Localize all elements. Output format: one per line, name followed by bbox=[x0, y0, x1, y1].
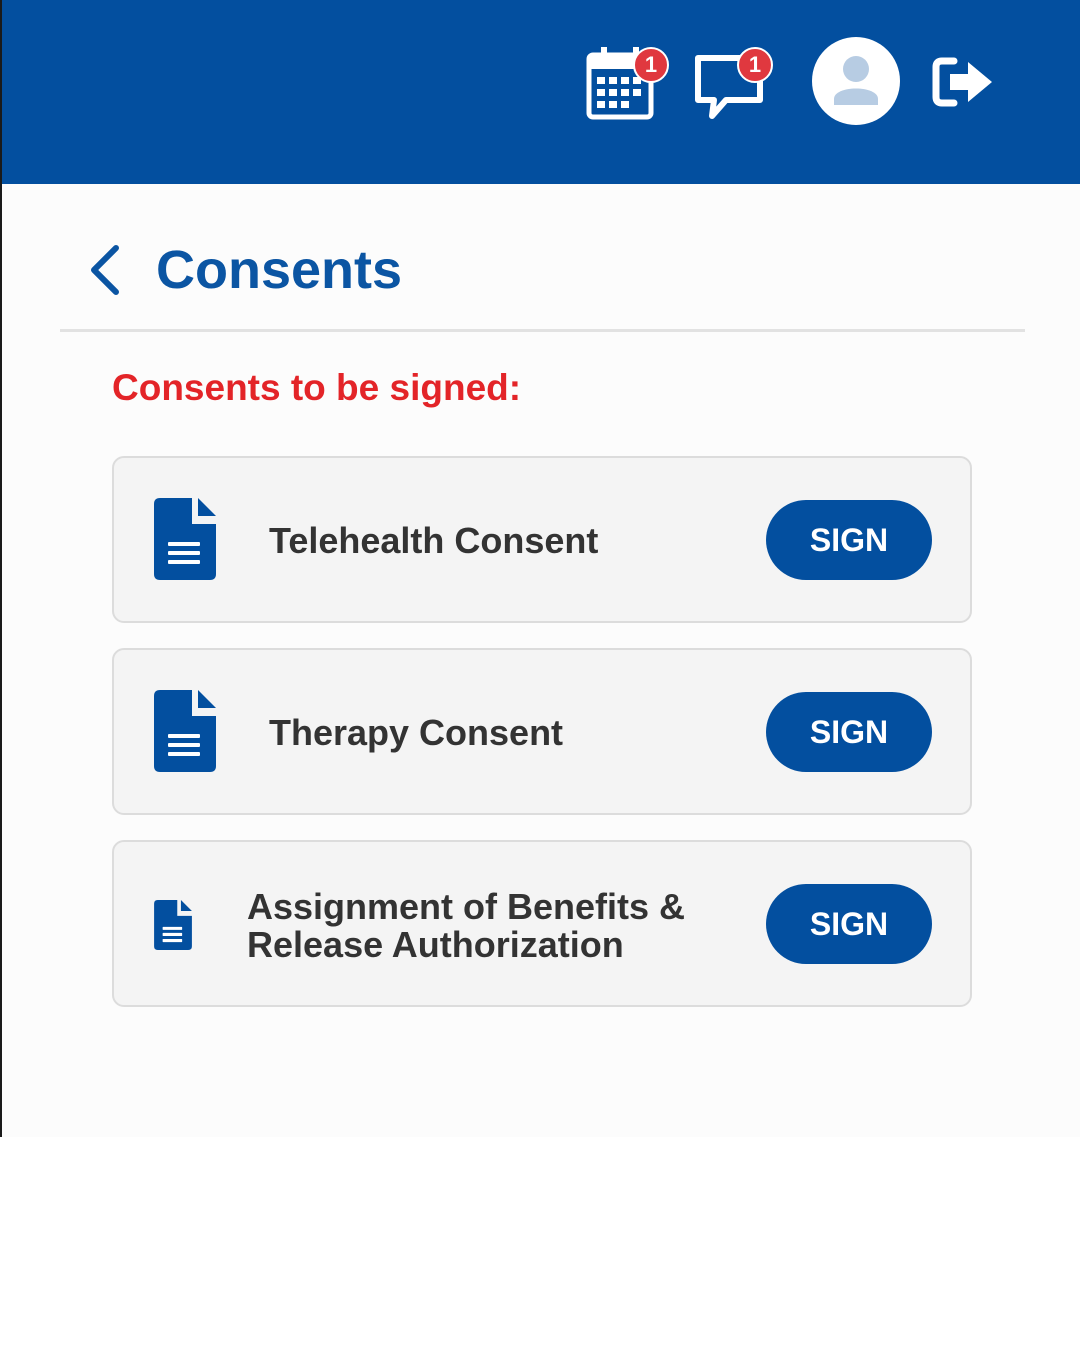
consent-label: Telehealth Consent bbox=[269, 520, 599, 561]
consent-card-telehealth: Telehealth Consent SIGN bbox=[112, 456, 972, 623]
consent-label-line-2: Release Authorization bbox=[247, 924, 624, 965]
sign-button-therapy[interactable]: SIGN bbox=[766, 692, 932, 772]
document-icon bbox=[154, 690, 216, 772]
logout-button[interactable] bbox=[932, 55, 996, 109]
user-avatar-icon bbox=[834, 56, 878, 105]
consent-label: Assignment of Benefits & Release Authori… bbox=[247, 888, 685, 964]
top-navigation-bar: 1 1 bbox=[2, 0, 1080, 184]
consent-label: Therapy Consent bbox=[269, 712, 564, 753]
calendar-notification-badge: 1 bbox=[633, 47, 669, 83]
back-button[interactable] bbox=[86, 242, 126, 298]
document-icon bbox=[154, 900, 192, 950]
logout-icon bbox=[932, 57, 992, 107]
consent-card-therapy: Therapy Consent SIGN bbox=[112, 648, 972, 815]
chevron-left-icon bbox=[91, 245, 119, 295]
section-title: Consents to be signed: bbox=[112, 367, 522, 408]
page-header: Consents bbox=[60, 220, 1025, 332]
consent-card-assignment-of-benefits: Assignment of Benefits & Release Authori… bbox=[112, 840, 972, 1007]
user-avatar-button[interactable] bbox=[812, 37, 900, 125]
consent-label-line-1: Assignment of Benefits & bbox=[247, 886, 686, 927]
sign-button-telehealth[interactable]: SIGN bbox=[766, 500, 932, 580]
app-screen: 1 1 Consents Consents to be signed: Tele… bbox=[0, 0, 1080, 1137]
page-title: Consents bbox=[156, 240, 403, 300]
document-icon bbox=[154, 498, 216, 580]
sign-button-assignment-of-benefits[interactable]: SIGN bbox=[766, 884, 932, 964]
messages-notification-badge: 1 bbox=[737, 47, 773, 83]
